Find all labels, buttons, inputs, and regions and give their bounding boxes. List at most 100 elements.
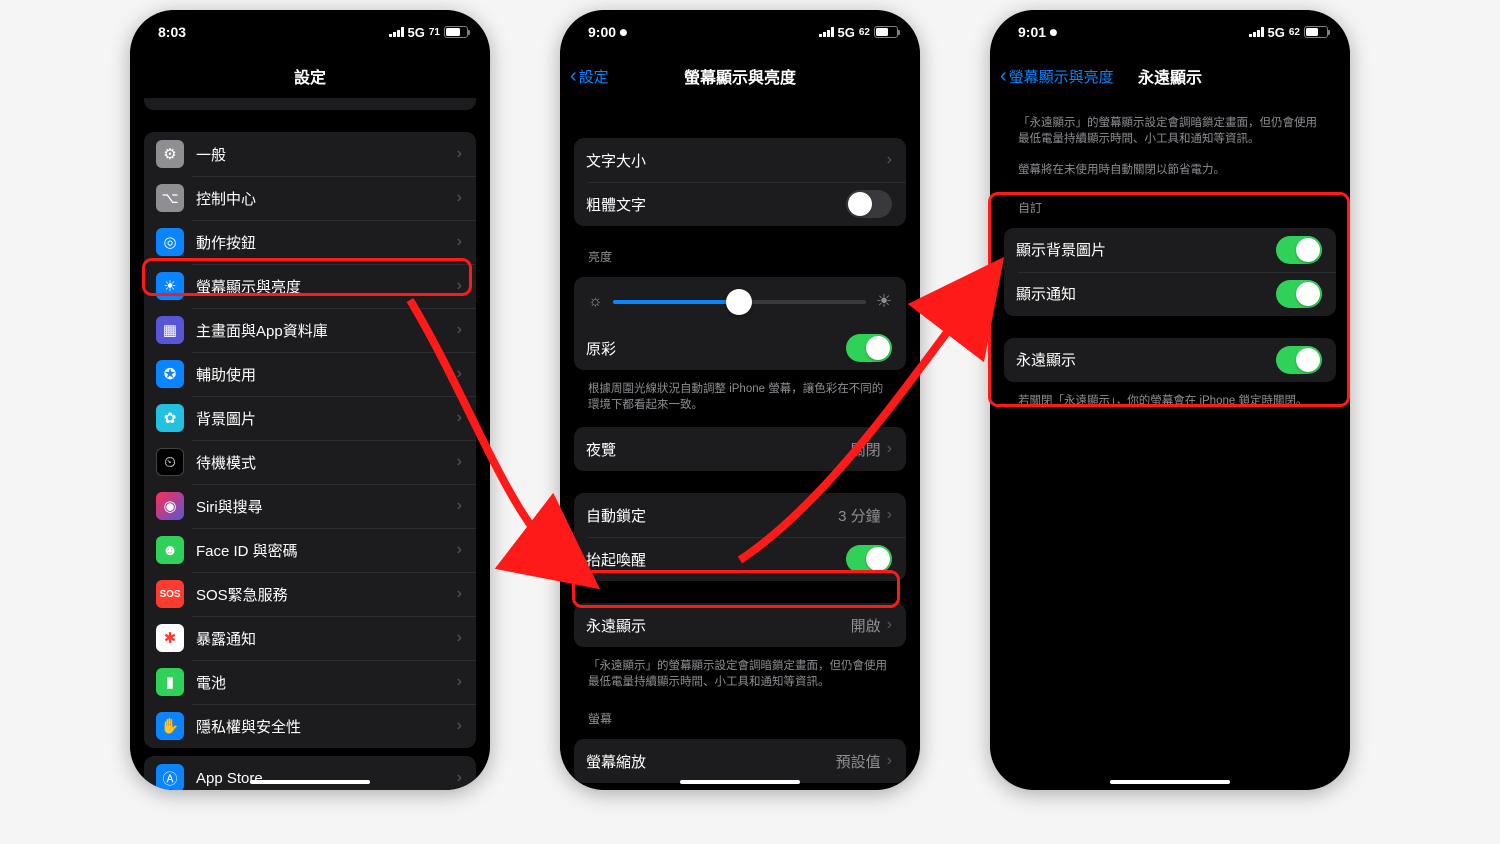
row-label: 永遠顯示: [1016, 349, 1276, 370]
row-sos[interactable]: SOS SOS緊急服務 ›: [144, 572, 476, 616]
brightness-slider[interactable]: [613, 300, 866, 304]
row-label: 粗體文字: [586, 194, 846, 215]
row-label: 自動鎖定: [586, 505, 838, 526]
row-always-on[interactable]: 永遠顯示 開啟 ›: [574, 603, 906, 647]
battery-text: 62: [1289, 27, 1300, 38]
nav-header: ‹ 設定 螢幕顯示與亮度: [560, 54, 920, 98]
show-notifications-toggle[interactable]: [1276, 280, 1322, 308]
sun-large-icon: ☀: [876, 291, 892, 312]
row-exposure-notification[interactable]: ✱ 暴露通知 ›: [144, 616, 476, 660]
toggles-icon: ⌥: [156, 184, 184, 212]
status-time: 8:03: [158, 24, 186, 40]
row-standby[interactable]: ⏲ 待機模式 ›: [144, 440, 476, 484]
row-display-zoom[interactable]: 螢幕縮放 預設值 ›: [574, 739, 906, 783]
row-text-size[interactable]: 文字大小 ›: [574, 138, 906, 182]
always-on-off-footer: 若關閉「永遠顯示」，你的螢幕會在 iPhone 鎖定時關閉。: [990, 390, 1350, 416]
home-indicator[interactable]: [680, 780, 800, 784]
row-wallpaper[interactable]: ✿ 背景圖片 ›: [144, 396, 476, 440]
faceid-icon: ☻: [156, 536, 184, 564]
chevron-right-icon: ›: [457, 769, 462, 787]
chevron-right-icon: ›: [457, 629, 462, 647]
page-title: 永遠顯示: [1138, 64, 1202, 88]
section-header-brightness: 亮度: [560, 234, 920, 269]
row-label: 夜覽: [586, 439, 851, 460]
chevron-right-icon: ›: [457, 277, 462, 295]
chevron-right-icon: ›: [457, 717, 462, 735]
row-value: 3 分鐘: [838, 505, 881, 526]
chevron-right-icon: ›: [457, 673, 462, 691]
home-grid-icon: ▦: [156, 316, 184, 344]
home-indicator[interactable]: [250, 780, 370, 784]
nav-header: 設定: [130, 54, 490, 98]
chevron-left-icon: ‹: [1000, 66, 1007, 86]
always-on-toggle[interactable]: [1276, 346, 1322, 374]
chevron-right-icon: ›: [887, 440, 892, 458]
row-bold-text[interactable]: 粗體文字: [574, 182, 906, 226]
row-label: 螢幕縮放: [586, 751, 836, 772]
status-bar: 9:01 ⏺ 5G 62: [990, 10, 1350, 54]
section-header-custom: 自訂: [990, 185, 1350, 220]
raise-wake-toggle[interactable]: [846, 545, 892, 573]
battery-icon: [444, 26, 468, 38]
chevron-right-icon: ›: [457, 409, 462, 427]
row-app-store[interactable]: Ⓐ App Store ›: [144, 756, 476, 790]
bold-text-toggle[interactable]: [846, 190, 892, 218]
row-auto-lock[interactable]: 自動鎖定 3 分鐘 ›: [574, 493, 906, 537]
home-indicator[interactable]: [1110, 780, 1230, 784]
back-button[interactable]: ‹ 設定: [570, 66, 609, 87]
true-tone-toggle[interactable]: [846, 334, 892, 362]
row-accessibility[interactable]: ✪ 輔助使用 ›: [144, 352, 476, 396]
row-show-notifications[interactable]: 顯示通知: [1004, 272, 1336, 316]
row-home-app-library[interactable]: ▦ 主畫面與App資料庫 ›: [144, 308, 476, 352]
chevron-right-icon: ›: [457, 365, 462, 383]
row-label: 動作按鈕: [196, 232, 457, 253]
row-value: 預設值: [836, 751, 881, 772]
row-label: 螢幕顯示與亮度: [196, 276, 457, 297]
alwayson-content[interactable]: 「永遠顯示」的螢幕顯示設定會調暗鎖定畫面，但仍會使用最低電量持續顯示時間、小工具…: [990, 98, 1350, 790]
row-label: 原彩: [586, 338, 846, 359]
row-label: 主畫面與App資料庫: [196, 320, 457, 341]
truncated-group: [144, 98, 476, 110]
status-time: 9:01 ⏺: [1018, 24, 1057, 41]
standby-icon: ⏲: [156, 448, 184, 476]
status-right: 5G 62: [1249, 25, 1328, 40]
row-night-shift[interactable]: 夜覽 關閉 ›: [574, 427, 906, 471]
hand-icon: ✋: [156, 712, 184, 740]
status-bar: 9:00 ⏺ 5G 62: [560, 10, 920, 54]
row-control-center[interactable]: ⌥ 控制中心 ›: [144, 176, 476, 220]
row-label: 輔助使用: [196, 364, 457, 385]
row-raise-to-wake[interactable]: 抬起喚醒: [574, 537, 906, 581]
appstore-icon: Ⓐ: [156, 764, 184, 790]
sos-icon: SOS: [156, 580, 184, 608]
row-show-wallpaper[interactable]: 顯示背景圖片: [1004, 228, 1336, 272]
page-title: 螢幕顯示與亮度: [684, 64, 796, 88]
battery-text: 71: [429, 27, 440, 38]
row-privacy[interactable]: ✋ 隱私權與安全性 ›: [144, 704, 476, 748]
battery-icon: [874, 26, 898, 38]
row-faceid-passcode[interactable]: ☻ Face ID 與密碼 ›: [144, 528, 476, 572]
row-siri-search[interactable]: ◉ Siri與搜尋 ›: [144, 484, 476, 528]
row-general[interactable]: ⚙ 一般 ›: [144, 132, 476, 176]
row-display-brightness[interactable]: ☀ 螢幕顯示與亮度 ›: [144, 264, 476, 308]
row-value: 開啟: [851, 615, 881, 636]
true-tone-footer: 根據周圍光線狀況自動調整 iPhone 螢幕，讓色彩在不同的環境下都看起來一致。: [560, 378, 920, 419]
row-label: 永遠顯示: [586, 615, 851, 636]
settings-content[interactable]: ⚙ 一般 › ⌥ 控制中心 › ◎ 動作按鈕 › ☀ 螢幕顯示與亮度 ›: [130, 98, 490, 790]
row-action-button[interactable]: ◎ 動作按鈕 ›: [144, 220, 476, 264]
row-always-on-master[interactable]: 永遠顯示: [1004, 338, 1336, 382]
chevron-right-icon: ›: [887, 506, 892, 524]
phone-settings: 8:03 5G 71 設定 ⚙ 一般 › ⌥ 控制中心: [130, 10, 490, 790]
show-wallpaper-toggle[interactable]: [1276, 236, 1322, 264]
chevron-right-icon: ›: [457, 453, 462, 471]
row-true-tone[interactable]: 原彩: [574, 326, 906, 370]
row-battery[interactable]: ▮ 電池 ›: [144, 660, 476, 704]
row-label: 暴露通知: [196, 628, 457, 649]
chevron-left-icon: ‹: [570, 66, 577, 86]
back-label: 螢幕顯示與亮度: [1009, 66, 1114, 87]
back-button[interactable]: ‹ 螢幕顯示與亮度: [1000, 66, 1114, 87]
sun-small-icon: ☼: [588, 293, 603, 311]
section-header-screen: 螢幕: [560, 696, 920, 731]
display-content[interactable]: 文字大小 › 粗體文字 亮度 ☼ ☀: [560, 98, 920, 790]
display-icon: ☀: [156, 272, 184, 300]
chevron-right-icon: ›: [887, 151, 892, 169]
